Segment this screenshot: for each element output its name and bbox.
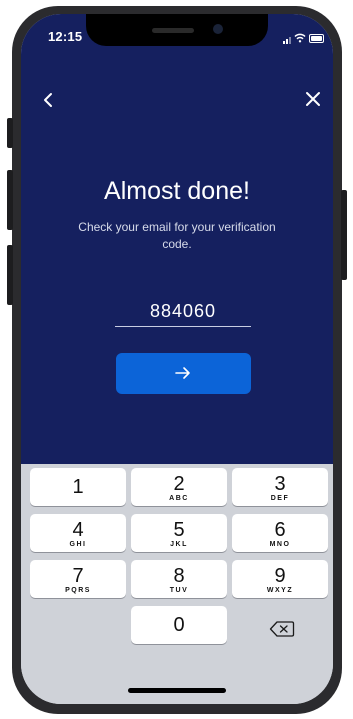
power-button xyxy=(341,190,347,280)
key-letters: DEF xyxy=(270,495,290,502)
numeric-keypad: 1 2 ABC 3 DEF 4 GHI 5 JKL 6 MNO 7 PQRS 8… xyxy=(21,464,333,704)
page-subtitle: Check your email for your verification c… xyxy=(78,220,276,251)
wifi-icon xyxy=(294,33,306,43)
key-8[interactable]: 8 TUV xyxy=(131,560,227,598)
verification-code-input[interactable]: 884060 xyxy=(115,298,251,327)
verification-panel: 12:15 Almost done! Check your email for … xyxy=(21,14,333,464)
mute-switch xyxy=(7,118,13,148)
key-2[interactable]: 2 ABC xyxy=(131,468,227,506)
key-letters: GHI xyxy=(69,541,87,548)
key-digit: 9 xyxy=(274,565,286,587)
key-digit: 2 xyxy=(173,473,185,495)
key-digit: 7 xyxy=(72,565,84,587)
front-camera xyxy=(213,24,223,34)
key-letters: WXYZ xyxy=(266,587,294,594)
key-letters: MNO xyxy=(269,541,291,548)
notch xyxy=(86,14,268,46)
key-5[interactable]: 5 JKL xyxy=(131,514,227,552)
volume-up-button xyxy=(7,170,13,230)
key-digit: 3 xyxy=(274,473,286,495)
key-digit: 8 xyxy=(173,565,185,587)
key-letters: PQRS xyxy=(65,587,91,594)
key-digit: 4 xyxy=(72,519,84,541)
arrow-right-icon xyxy=(175,367,190,379)
key-digit: 1 xyxy=(72,476,84,498)
signal-bar-icon xyxy=(283,41,285,44)
key-letters: ABC xyxy=(169,495,189,502)
key-7[interactable]: 7 PQRS xyxy=(30,560,126,598)
battery-icon xyxy=(309,34,324,43)
key-digit: 5 xyxy=(173,519,185,541)
signal-bar-icon xyxy=(286,39,288,44)
key-letters: JKL xyxy=(170,541,188,548)
close-icon[interactable] xyxy=(304,90,322,108)
key-digit: 6 xyxy=(274,519,286,541)
key-6[interactable]: 6 MNO xyxy=(232,514,328,552)
signal-bar-icon xyxy=(289,37,291,44)
key-letters: TUV xyxy=(169,587,189,594)
volume-down-button xyxy=(7,245,13,305)
key-0[interactable]: 0 xyxy=(131,606,227,644)
status-time: 12:15 xyxy=(48,29,83,44)
key-9[interactable]: 9 WXYZ xyxy=(232,560,328,598)
key-digit: 0 xyxy=(173,614,185,636)
key-1[interactable]: 1 xyxy=(30,468,126,506)
key-4[interactable]: 4 GHI xyxy=(30,514,126,552)
status-icons xyxy=(283,32,331,44)
chevron-left-icon[interactable] xyxy=(37,88,59,112)
home-indicator[interactable] xyxy=(128,688,226,693)
speaker-grille xyxy=(152,28,194,33)
key-3[interactable]: 3 DEF xyxy=(232,468,328,506)
page-title: Almost done! xyxy=(104,177,250,205)
submit-button[interactable] xyxy=(116,353,251,394)
backspace-icon[interactable] xyxy=(269,620,295,638)
phone-screen: 12:15 Almost done! Check your email for … xyxy=(21,14,333,704)
